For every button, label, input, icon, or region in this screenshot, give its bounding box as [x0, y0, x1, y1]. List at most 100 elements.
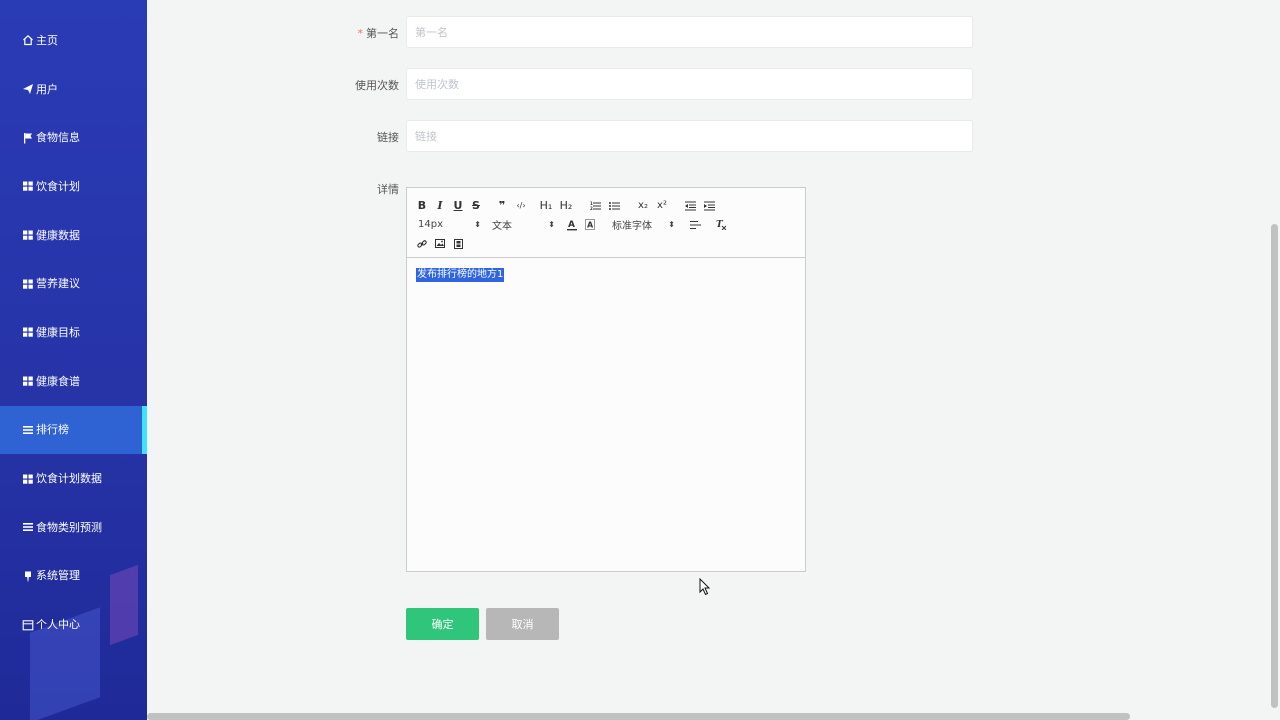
form-row-first-name: * 第一名	[147, 16, 1269, 48]
header-select[interactable]: 文本 ⬍	[489, 216, 555, 234]
sidebar-item-label: 系统管理	[36, 569, 80, 583]
blockquote-button[interactable]: ❞	[495, 197, 509, 215]
select-caret-icon: ⬍	[668, 220, 675, 229]
first-name-input[interactable]	[406, 16, 973, 48]
clear-format-icon: T	[716, 220, 726, 230]
confirm-button[interactable]: 确定	[406, 608, 479, 640]
toolbar-row-3	[415, 234, 797, 253]
sidebar-item-6[interactable]: 营养建议	[0, 259, 147, 308]
sidebar-item-label: 食物类别预测	[36, 520, 102, 534]
background-color-icon: A	[585, 219, 595, 230]
image-button[interactable]	[433, 235, 447, 253]
flag-icon	[22, 132, 34, 144]
link-input[interactable]	[406, 120, 973, 152]
font-size-select[interactable]: 14px ⬍	[415, 216, 481, 234]
sidebar-item-2[interactable]: 用户	[0, 65, 147, 114]
form-row-link: 链接	[147, 120, 1269, 152]
cancel-button[interactable]: 取消	[486, 608, 559, 640]
mouse-cursor-icon	[699, 578, 711, 596]
sidebar-item-label: 健康数据	[36, 228, 80, 242]
italic-button[interactable]: I	[433, 197, 447, 215]
bold-button[interactable]: B	[415, 197, 429, 215]
superscript-button[interactable]: x²	[654, 197, 670, 215]
sidebar-item-4[interactable]: 饮食计划	[0, 162, 147, 211]
sidebar-item-1[interactable]: 主页	[0, 16, 147, 65]
strike-button[interactable]: S	[469, 197, 483, 215]
svg-text:2: 2	[590, 206, 593, 211]
video-button[interactable]	[451, 235, 465, 253]
calendar-icon	[22, 619, 34, 631]
rich-text-editor: B I U S ❞ ‹/› H₁ H₂ 1 2 x₂ x² 14px ⬍ 文本 …	[406, 187, 806, 572]
sidebar-menu: 主页用户食物信息饮食计划健康数据营养建议健康目标健康食谱排行榜饮食计划数据 食物类…	[0, 16, 147, 649]
grid-icon	[22, 473, 34, 485]
select-caret-icon: ⬍	[548, 220, 555, 229]
sidebar-item-label: 健康食谱	[36, 374, 80, 388]
sidebar-item-8[interactable]: 健康食谱	[0, 357, 147, 406]
grid-icon	[22, 180, 34, 192]
align-left-icon	[689, 220, 701, 229]
sidebar-item-label: 食物信息	[36, 131, 80, 145]
toolbar-row-2: 14px ⬍ 文本 ⬍ A A 标准字体 ⬍ T	[415, 215, 797, 234]
bullet-list-icon	[608, 201, 620, 210]
main-content: *第一名 使用次数 链接 详情 B I U S	[147, 0, 1269, 712]
sidebar-item-label: 营养建议	[36, 277, 80, 291]
sidebar-item-10[interactable]: 饮食计划数据	[0, 454, 147, 503]
svg-text:A: A	[587, 221, 594, 230]
sidebar-item-7[interactable]: 健康目标	[0, 308, 147, 357]
editor-toolbar: B I U S ❞ ‹/› H₁ H₂ 1 2 x₂ x² 14px ⬍ 文本 …	[407, 188, 805, 258]
send-icon	[22, 83, 34, 95]
align-button[interactable]	[687, 216, 703, 234]
grid-icon	[22, 278, 34, 290]
code-button[interactable]: ‹/›	[513, 197, 529, 215]
form-row-usage-count: 使用次数	[147, 68, 1269, 100]
outdent-button[interactable]	[682, 197, 698, 215]
grid-icon	[22, 375, 34, 387]
font-family-select[interactable]: 标准字体 ⬍	[609, 216, 675, 234]
sidebar-item-label: 个人中心	[36, 618, 80, 632]
editor-selected-text[interactable]: 发布排行榜的地方1	[416, 268, 505, 282]
font-color-button[interactable]: A	[563, 216, 581, 234]
bullet-list-button[interactable]	[606, 197, 622, 215]
clear-format-button[interactable]: T	[713, 216, 729, 234]
ordered-list-icon: 12	[590, 201, 601, 211]
background-color-button[interactable]: A	[581, 216, 599, 234]
usage-count-input[interactable]	[406, 68, 973, 100]
grid-icon	[22, 326, 34, 338]
link-label: 链接	[377, 131, 399, 144]
h1-button[interactable]: H₁	[537, 197, 555, 215]
sidebar-item-label: 饮食计划	[36, 179, 80, 193]
subscript-button[interactable]: x₂	[635, 197, 651, 215]
indent-button[interactable]	[701, 197, 717, 215]
editor-content-area[interactable]: 发布排行榜的地方1	[407, 258, 805, 571]
usage-count-label: 使用次数	[355, 79, 399, 92]
toolbar-row-1: B I U S ❞ ‹/› H₁ H₂ 1 2 x₂ x²	[415, 196, 797, 215]
h2-button[interactable]: H₂	[557, 197, 575, 215]
sidebar-item-label: 用户	[36, 82, 58, 96]
vertical-scrollbar-thumb[interactable]	[1271, 224, 1278, 708]
sidebar-item-label: 饮食计划数据	[36, 472, 102, 486]
link-icon	[417, 239, 427, 248]
app: 主页用户食物信息饮食计划健康数据营养建议健康目标健康食谱排行榜饮食计划数据 食物类…	[0, 0, 1280, 720]
sidebar-item-9[interactable]: 排行榜	[0, 405, 147, 455]
font-color-icon: A	[567, 220, 577, 230]
sidebar-item-3[interactable]: 食物信息	[0, 113, 147, 162]
underline-button[interactable]: U	[451, 197, 465, 215]
sidebar-item-label: 健康目标	[36, 325, 80, 339]
outdent-icon	[684, 201, 696, 210]
image-icon	[435, 239, 445, 248]
list-icon	[22, 424, 34, 436]
required-mark: *	[357, 27, 364, 40]
video-icon	[453, 238, 463, 249]
sidebar-item-11[interactable]: 食物类别预测	[0, 503, 147, 552]
link-button[interactable]	[415, 235, 429, 253]
sidebar-item-12[interactable]: 系统管理	[0, 552, 147, 601]
sidebar-item-label: 排行榜	[36, 423, 69, 437]
sidebar-item-13[interactable]: 个人中心	[0, 600, 147, 649]
details-label: 详情	[377, 183, 399, 196]
sidebar-item-5[interactable]: 健康数据	[0, 211, 147, 260]
horizontal-scrollbar-thumb[interactable]	[147, 713, 1130, 720]
sidebar-item-label: 主页	[36, 33, 58, 47]
svg-text:A: A	[568, 220, 575, 230]
first-name-label: * 第一名	[357, 27, 400, 40]
ordered-list-button[interactable]: 12	[587, 197, 603, 215]
